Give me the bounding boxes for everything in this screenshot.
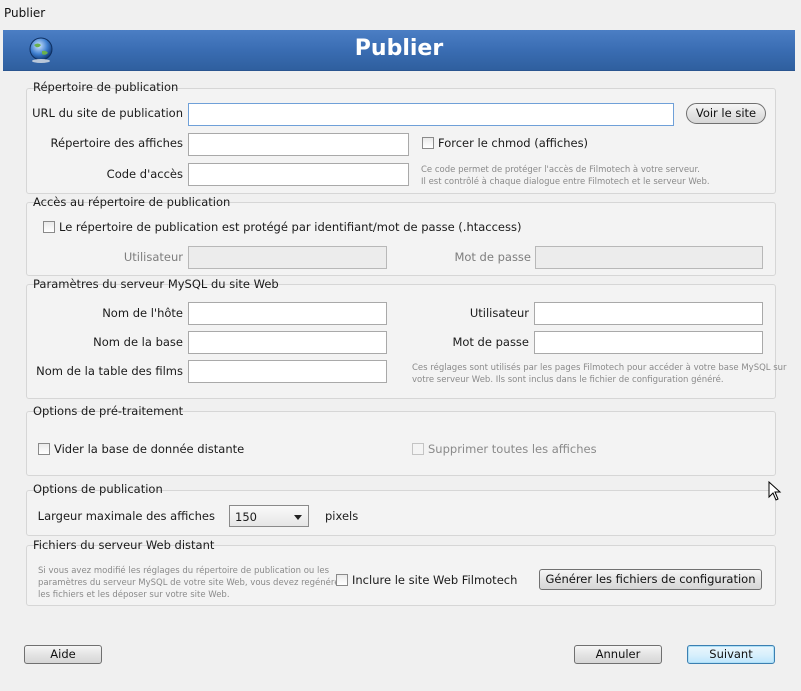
largeur-label: Largeur maximale des affiches (37, 509, 215, 523)
supprimer-label: Supprimer toutes les affiches (428, 442, 597, 456)
mysql-pass-label: Mot de passe (452, 335, 529, 349)
group-title-repertoire: Répertoire de publication (33, 80, 179, 94)
code-label: Code d'accès (106, 167, 183, 181)
affiches-input[interactable] (188, 133, 409, 156)
window-titlebar: Publier (0, 0, 801, 28)
code-note-line2: Il est contrôlé à chaque dialogue entre … (421, 177, 710, 187)
table-input[interactable] (188, 360, 387, 383)
annuler-button[interactable]: Annuler (574, 645, 662, 664)
host-label: Nom de l'hôte (102, 306, 183, 320)
table-label: Nom de la table des films (36, 364, 183, 378)
chevron-down-icon (294, 515, 302, 520)
protect-label: Le répertoire de publication est protégé… (59, 220, 522, 234)
inclure-label: Inclure le site Web Filmotech (352, 573, 518, 587)
db-label: Nom de la base (93, 335, 183, 349)
chmod-checkbox[interactable] (422, 137, 434, 149)
fichiers-note-line2: paramètres du serveur MySQL de votre sit… (38, 578, 343, 588)
supprimer-checkbox[interactable] (412, 443, 424, 455)
mysql-note-line1: Ces réglages sont utilisés par les pages… (412, 363, 787, 373)
generer-button[interactable]: Générer les fichiers de configuration (539, 569, 762, 590)
acces-user-input[interactable] (188, 246, 387, 269)
chmod-label: Forcer le chmod (affiches) (438, 136, 589, 150)
vider-label: Vider la base de donnée distante (54, 442, 245, 456)
url-label: URL du site de publication (32, 106, 183, 120)
code-note-line1: Ce code permet de protéger l'accès de Fi… (421, 165, 700, 175)
host-input[interactable] (188, 302, 387, 325)
group-title-fichiers: Fichiers du serveur Web distant (33, 538, 215, 552)
url-input[interactable] (188, 103, 674, 126)
affiches-label: Répertoire des affiches (50, 136, 183, 150)
protect-checkbox[interactable] (43, 221, 55, 233)
group-title-mysql: Paramètres du serveur MySQL du site Web (33, 277, 279, 291)
voir-le-site-button[interactable]: Voir le site (686, 103, 766, 124)
acces-pass-input[interactable] (535, 246, 763, 269)
suivant-button[interactable]: Suivant (687, 645, 775, 664)
group-title-pretraitement: Options de pré-traitement (33, 404, 184, 418)
window-title: Publier (4, 6, 46, 20)
mysql-pass-input[interactable] (534, 331, 763, 354)
mysql-user-label: Utilisateur (469, 306, 529, 320)
aide-button[interactable]: Aide (24, 645, 102, 664)
mysql-user-input[interactable] (534, 302, 763, 325)
banner-title: Publier (354, 36, 444, 61)
fichiers-note-line1: Si vous avez modifié les réglages du rép… (38, 566, 330, 576)
code-input[interactable] (188, 163, 409, 186)
inclure-checkbox[interactable] (336, 574, 348, 586)
pixels-unit: pixels (325, 509, 359, 523)
dialog-banner: Publier (3, 30, 795, 71)
largeur-value: 150 (235, 510, 257, 524)
vider-checkbox[interactable] (38, 443, 50, 455)
acces-user-label: Utilisateur (123, 250, 183, 264)
fichiers-note-line3: les fichiers et les déposer sur votre si… (38, 590, 230, 600)
mouse-cursor-icon (768, 481, 782, 501)
group-title-acces: Accès au répertoire de publication (33, 195, 231, 209)
acces-pass-label: Mot de passe (454, 250, 531, 264)
mysql-note-line2: votre serveur Web. Ils sont inclus dans … (412, 375, 724, 385)
largeur-select[interactable]: 150 (229, 505, 309, 527)
group-title-publication: Options de publication (33, 482, 163, 496)
db-input[interactable] (188, 331, 387, 354)
